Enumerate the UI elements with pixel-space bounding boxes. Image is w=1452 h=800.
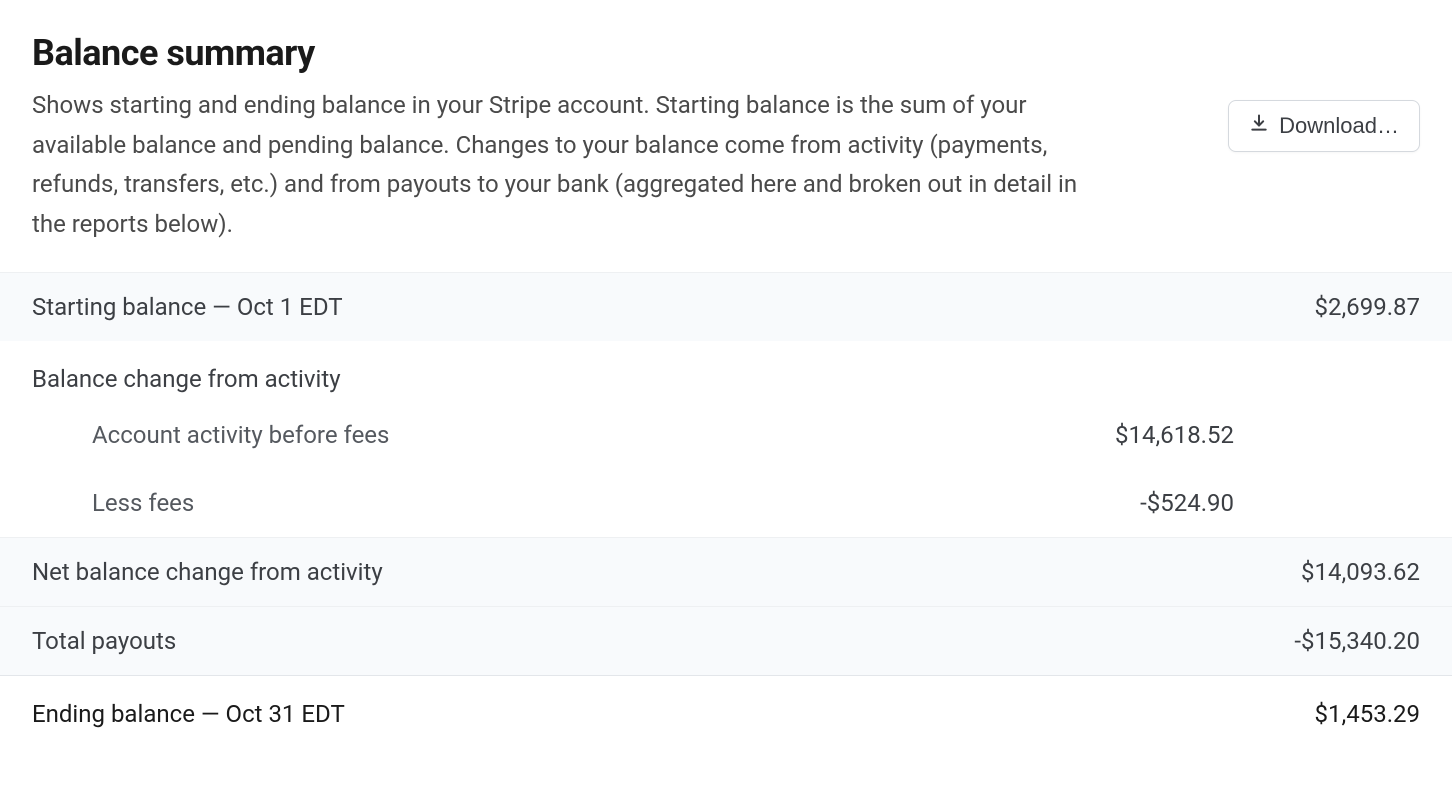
row-activity-before-fees: Account activity before fees $14,618.52 <box>0 401 1452 469</box>
page-title: Balance summary <box>32 32 1112 74</box>
ending-balance-value: $1,453.29 <box>1315 700 1420 728</box>
row-less-fees: Less fees -$524.90 <box>0 469 1452 537</box>
page-description: Shows starting and ending balance in you… <box>32 86 1112 244</box>
activity-before-fees-value: $14,618.52 <box>1115 421 1420 449</box>
row-starting-balance: Starting balance — Oct 1 EDT $2,699.87 <box>0 272 1452 341</box>
ending-balance-label: Ending balance — Oct 31 EDT <box>32 700 345 728</box>
panel-header: Balance summary Shows starting and endin… <box>0 0 1452 272</box>
download-icon <box>1249 113 1269 139</box>
starting-balance-label: Starting balance — Oct 1 EDT <box>32 293 343 321</box>
total-payouts-value: -$15,340.20 <box>1294 627 1420 655</box>
row-net-change: Net balance change from activity $14,093… <box>0 537 1452 606</box>
net-change-value: $14,093.62 <box>1301 558 1420 586</box>
less-fees-label: Less fees <box>32 489 194 517</box>
balance-summary-panel: Balance summary Shows starting and endin… <box>0 0 1452 752</box>
download-button-label: Download… <box>1279 113 1399 139</box>
starting-balance-value: $2,699.87 <box>1315 293 1420 321</box>
net-change-label: Net balance change from activity <box>32 558 383 586</box>
header-text: Balance summary Shows starting and endin… <box>32 32 1112 244</box>
total-payouts-label: Total payouts <box>32 627 176 655</box>
activity-section-label: Balance change from activity <box>0 341 1452 401</box>
row-total-payouts: Total payouts -$15,340.20 <box>0 606 1452 675</box>
download-button[interactable]: Download… <box>1228 100 1420 152</box>
activity-before-fees-label: Account activity before fees <box>32 421 389 449</box>
less-fees-value: -$524.90 <box>1140 489 1420 517</box>
row-ending-balance: Ending balance — Oct 31 EDT $1,453.29 <box>0 675 1452 752</box>
